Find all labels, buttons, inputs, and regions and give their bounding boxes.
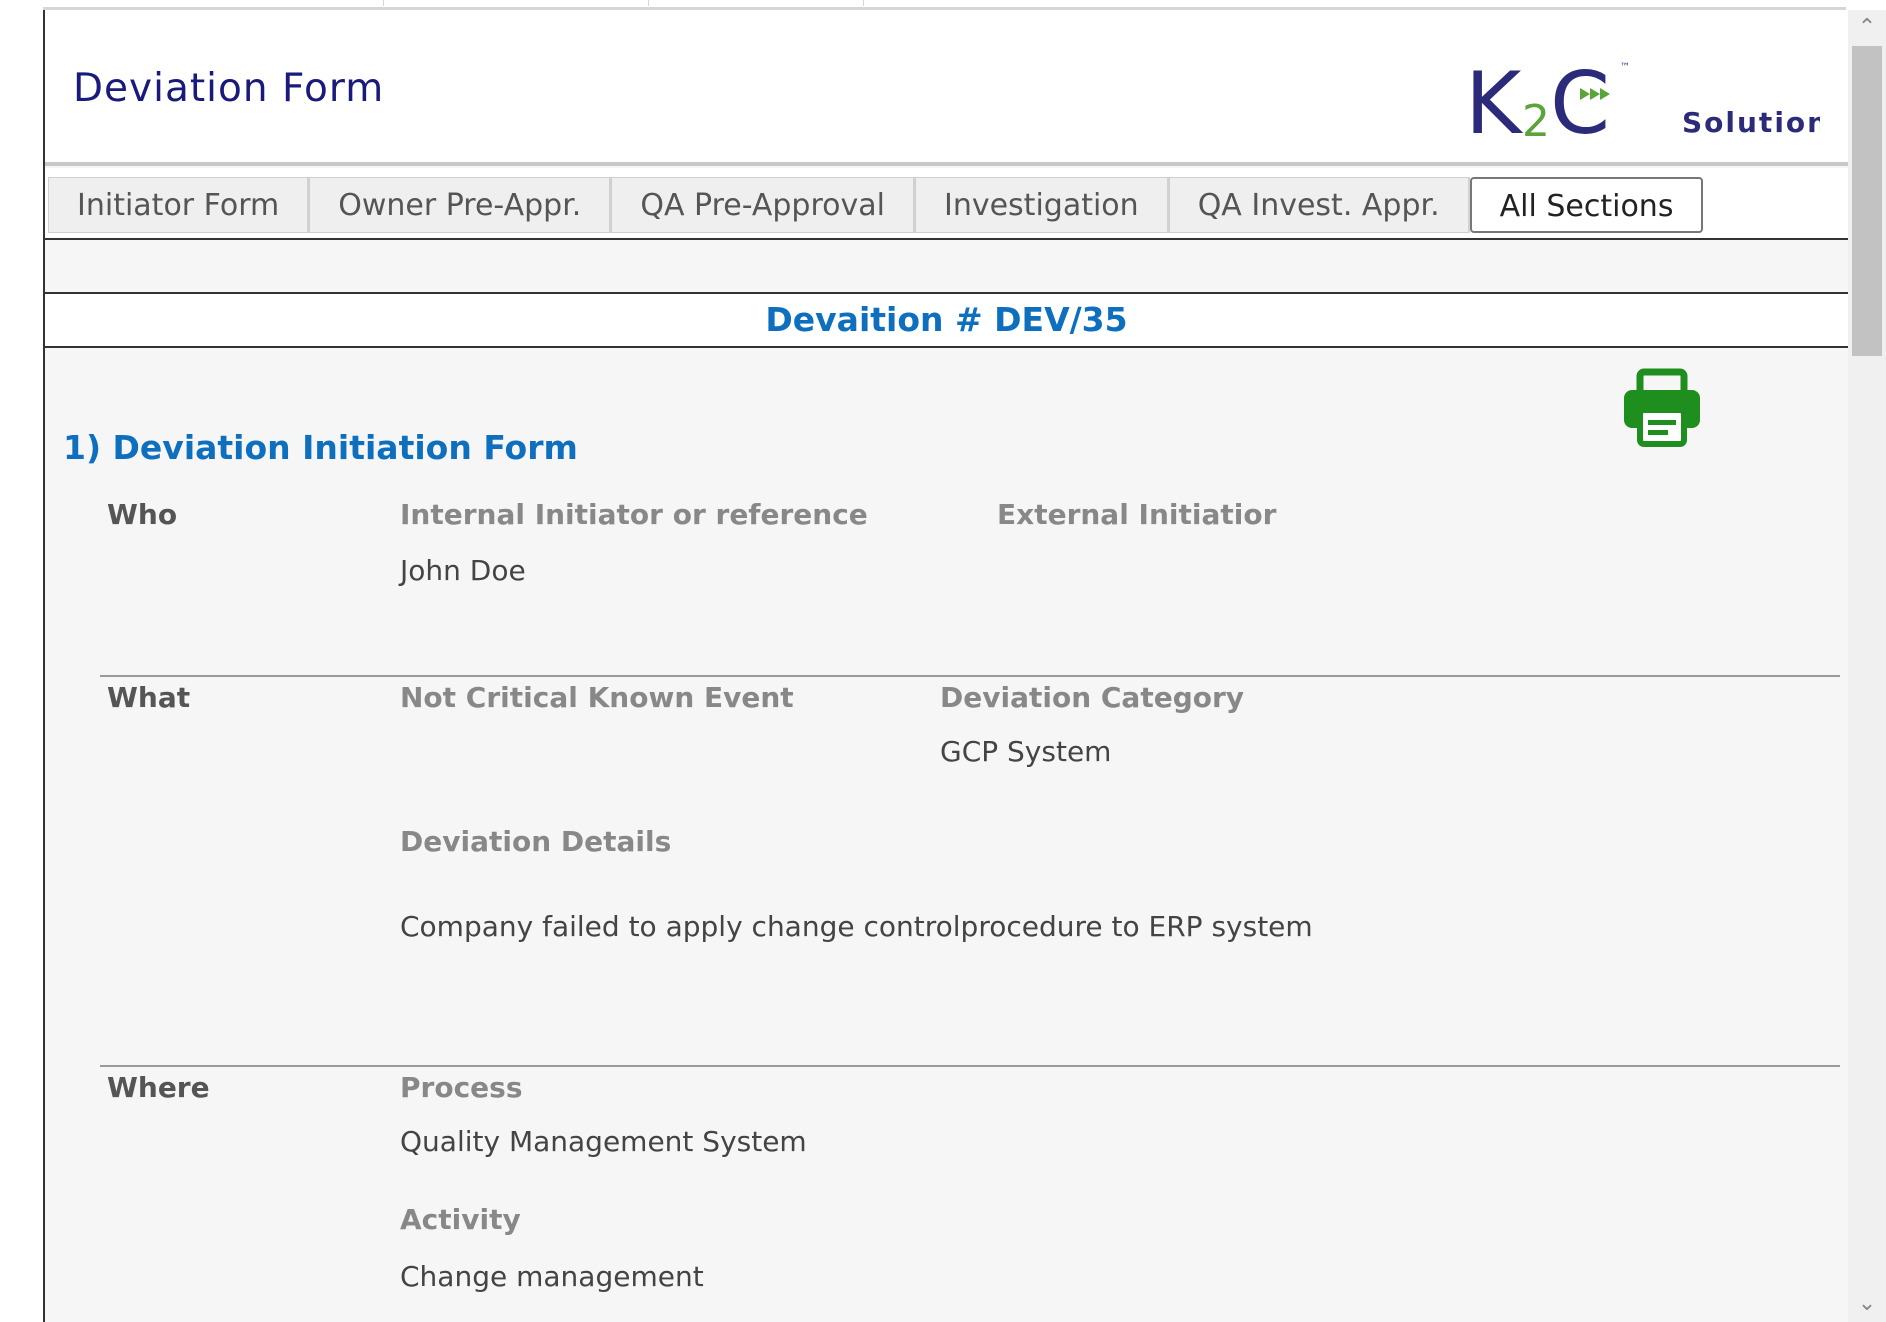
deviation-category-label: Deviation Category <box>940 681 1245 714</box>
process-label: Process <box>400 1071 523 1104</box>
chevron-up-icon[interactable]: ⌃ <box>1848 10 1886 46</box>
chevron-down-icon[interactable]: ⌄ <box>1848 1286 1886 1322</box>
what-label: What <box>107 681 191 714</box>
who-label: Who <box>107 498 178 531</box>
logo-k: K <box>1465 54 1524 150</box>
top-tab-strip <box>43 0 1846 10</box>
internal-initiator-value: John Doe <box>400 554 526 587</box>
logo-tm: ™ <box>1620 62 1630 73</box>
section-heading: 1) Deviation Initiation Form <box>63 428 578 467</box>
tab-all-sections[interactable]: All Sections <box>1469 177 1704 233</box>
vertical-scrollbar[interactable]: ⌃ ⌄ <box>1848 10 1886 1322</box>
activity-value: Change management <box>400 1260 704 1293</box>
tab-qa-invest-approval[interactable]: QA Invest. Appr. <box>1168 177 1470 233</box>
tab-owner-pre-approval[interactable]: Owner Pre-Appr. <box>309 177 612 233</box>
page-title: Deviation Form <box>73 66 385 111</box>
printer-icon[interactable] <box>1622 368 1702 448</box>
logo-solutions: Solutions <box>1682 106 1820 139</box>
external-initiator-label: External Initiatior <box>997 498 1277 531</box>
k2c-logo: K 2 C ™ Solutions <box>1465 54 1820 150</box>
where-label: Where <box>107 1071 210 1104</box>
deviation-category-value: GCP System <box>940 735 1112 768</box>
deviation-number-title: Devaition # DEV/35 <box>765 300 1128 339</box>
logo-c: C <box>1550 54 1610 150</box>
form-frame: Deviation Form K 2 C ™ Solutions Initiat… <box>43 10 1850 1322</box>
process-value: Quality Management System <box>400 1125 807 1158</box>
tab-initiator-form[interactable]: Initiator Form <box>48 177 310 233</box>
tab-investigation[interactable]: Investigation <box>914 177 1169 233</box>
tab-qa-pre-approval[interactable]: QA Pre-Approval <box>611 177 915 233</box>
deviation-details-value: Company failed to apply change controlpr… <box>400 910 1313 943</box>
activity-label: Activity <box>400 1203 521 1236</box>
scrollbar-thumb[interactable] <box>1852 46 1882 356</box>
form-header: Deviation Form K 2 C ™ Solutions <box>45 10 1848 166</box>
event-type-label: Not Critical Known Event <box>400 681 794 714</box>
logo-2: 2 <box>1522 96 1550 147</box>
row-divider <box>100 675 1840 677</box>
row-divider <box>100 1065 1840 1067</box>
deviation-number-bar: Devaition # DEV/35 <box>45 294 1848 348</box>
toolbar-band <box>45 240 1848 294</box>
internal-initiator-label: Internal Initiator or reference <box>400 498 868 531</box>
tab-bar: Initiator Form Owner Pre-Appr. QA Pre-Ap… <box>45 168 1848 240</box>
deviation-details-label: Deviation Details <box>400 825 672 858</box>
